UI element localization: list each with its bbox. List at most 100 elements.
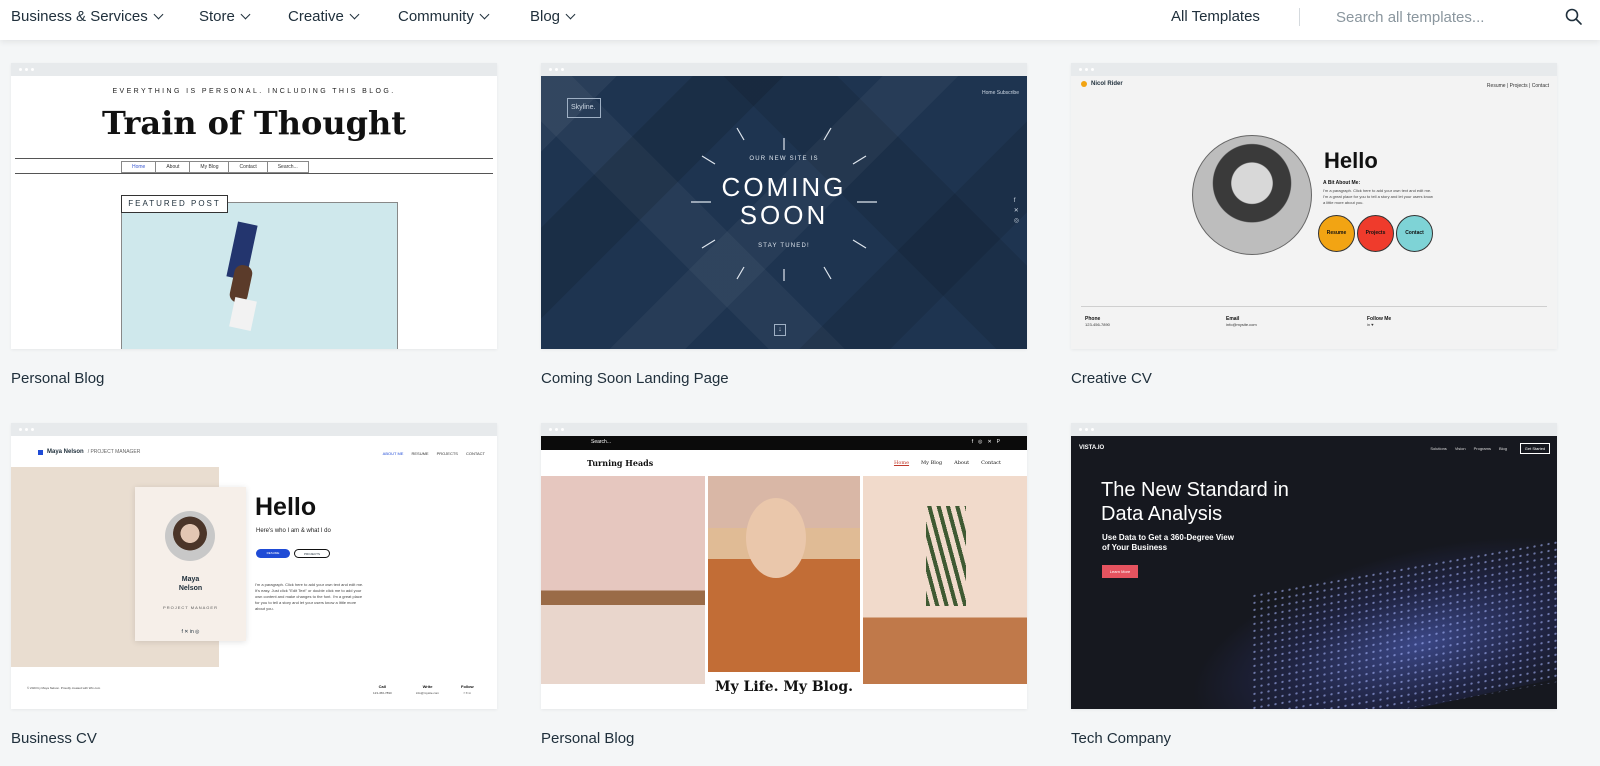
preview-kicker: OUR NEW SITE IS	[749, 156, 819, 162]
face-shape	[746, 498, 806, 578]
social-icons: f◎✕P	[971, 439, 1005, 445]
preview-brand-name: Maya Nelson	[47, 449, 84, 455]
nav-business-services[interactable]: Business & Services	[11, 0, 164, 33]
template-preview: Maya Nelson / PROJECT MANAGER ABOUT ME R…	[11, 436, 497, 709]
preview-projects-button: Projects	[1357, 215, 1394, 252]
preview-menu-item: My Blog	[190, 161, 230, 173]
preview-title: Train of Thought	[102, 104, 406, 142]
browser-chrome	[541, 423, 1027, 436]
nav-community[interactable]: Community	[398, 0, 490, 33]
template-preview: Skyline. Home Subscribe OUR NEW SITE IS …	[541, 76, 1027, 349]
headline-line: COMING	[721, 172, 847, 202]
template-caption[interactable]: Personal Blog	[541, 730, 1027, 747]
preview-footer-call: Call 123-456-7890	[373, 684, 392, 695]
browser-chrome	[1071, 63, 1557, 76]
preview-projects-button: PROJECTS	[294, 549, 330, 558]
template-caption[interactable]: Personal Blog	[11, 370, 497, 387]
template-card[interactable]: Skyline. Home Subscribe OUR NEW SITE IS …	[541, 63, 1027, 387]
search-icon[interactable]	[1564, 7, 1584, 27]
desk-image	[541, 476, 705, 684]
template-thumbnail[interactable]: Skyline. Home Subscribe OUR NEW SITE IS …	[541, 63, 1027, 349]
browser-chrome	[11, 423, 497, 436]
top-nav: Business & Services Store Creative Commu…	[0, 0, 1600, 40]
preview-footer-phone: Phone 123-456-7890	[1085, 316, 1110, 327]
preview-footer-text: STAY TUNED!	[758, 243, 810, 249]
preview-brand-role: / PROJECT MANAGER	[87, 449, 141, 455]
preview-tagline: My Life. My Blog.	[708, 672, 860, 702]
preview-logo: Skyline.	[567, 98, 601, 118]
template-card[interactable]: Maya Nelson / PROJECT MANAGER ABOUT ME R…	[11, 423, 497, 747]
nav-label: Blog	[530, 8, 561, 25]
template-card[interactable]: Search... f◎✕P Turning Heads Home My Blo…	[541, 423, 1027, 747]
template-caption[interactable]: Coming Soon Landing Page	[541, 370, 1027, 387]
nav-store[interactable]: Store	[199, 0, 251, 33]
template-thumbnail[interactable]: EVERYTHING IS PERSONAL. INCLUDING THIS B…	[11, 63, 497, 349]
template-preview: EVERYTHING IS PERSONAL. INCLUDING THIS B…	[11, 76, 497, 349]
preview-nav: Home My Blog About Contact	[893, 460, 1001, 466]
template-caption[interactable]: Business CV	[11, 730, 497, 747]
preview-learn-more-button: Learn More	[1102, 565, 1138, 578]
preview-subtitle: Here's who I am & what I do	[256, 528, 331, 534]
preview-headline: COMING SOON	[541, 173, 1027, 229]
preview-nav: Resume | Projects | Contact	[1486, 83, 1549, 89]
preview-profile-card: Maya Nelson PROJECT MANAGER f ✕ in ◎	[135, 487, 246, 641]
preview-about-text: I'm a paragraph. Click here to add your …	[1323, 188, 1433, 205]
preview-nav: Home Subscribe	[982, 90, 1019, 96]
search-input[interactable]	[1336, 4, 1526, 30]
nav-divider	[1299, 8, 1300, 26]
preview-divider	[1081, 306, 1547, 307]
avatar	[165, 511, 215, 561]
sleeve-image	[229, 297, 257, 331]
browser-chrome	[541, 63, 1027, 76]
brand-dot-icon	[1081, 81, 1087, 87]
preview-brand: Nicol Rider	[1081, 81, 1123, 87]
preview-menu-item: Home	[121, 161, 157, 173]
preview-contact-button: Contact	[1396, 215, 1433, 252]
template-preview: Nicol Rider Resume | Projects | Contact …	[1071, 76, 1557, 349]
preview-image	[121, 202, 398, 349]
template-card[interactable]: EVERYTHING IS PERSONAL. INCLUDING THIS B…	[11, 63, 497, 387]
nav-blog[interactable]: Blog	[530, 0, 576, 33]
browser-chrome	[11, 63, 497, 76]
preview-menu-item: Contact	[229, 161, 268, 173]
preview-footer-follow: Follow f ✕ in	[461, 684, 474, 695]
preview-nav: Solutions Vision Programs Blog	[1430, 446, 1507, 451]
preview-card-role: PROJECT MANAGER	[163, 605, 218, 610]
template-thumbnail[interactable]: Nicol Rider Resume | Projects | Contact …	[1071, 63, 1557, 349]
preview-copyright: © 2023 by Maya Nelson. Proudly created w…	[27, 686, 101, 690]
template-card[interactable]: Nicol Rider Resume | Projects | Contact …	[1071, 63, 1557, 387]
social-icons: f ✕ ◎	[1013, 198, 1019, 224]
portrait-image	[1192, 135, 1312, 255]
chevron-down-icon	[240, 9, 251, 20]
preview-hello: Hello	[1324, 148, 1378, 173]
nav-creative[interactable]: Creative	[288, 0, 360, 33]
template-caption[interactable]: Tech Company	[1071, 730, 1557, 747]
headline-line: SOON	[739, 200, 829, 230]
preview-footer-email: Email info@mysite.com	[1226, 316, 1257, 327]
brand-square-icon	[38, 449, 43, 455]
preview-menu: Home About My Blog Contact Search...	[15, 158, 493, 174]
chevron-down-icon	[349, 9, 360, 20]
plant-leaves	[926, 506, 966, 606]
template-caption[interactable]: Creative CV	[1071, 370, 1557, 387]
nav-label: Community	[398, 8, 474, 25]
preview-logo: Turning Heads	[587, 458, 654, 468]
template-thumbnail[interactable]: VISTA.IO Solutions Vision Programs Blog …	[1071, 423, 1557, 709]
preview-subhead: Use Data to Get a 360-Degree View of You…	[1102, 533, 1234, 552]
preview-headline: The New Standard in Data Analysis	[1101, 479, 1289, 525]
preview-footer-follow: Follow Me in ♥	[1367, 316, 1392, 327]
preview-about-title: A Bit About Me:	[1323, 180, 1361, 186]
chevron-down-icon	[565, 9, 576, 20]
template-preview: VISTA.IO Solutions Vision Programs Blog …	[1071, 436, 1557, 709]
preview-brand: Maya Nelson / PROJECT MANAGER	[38, 449, 140, 455]
template-thumbnail[interactable]: Search... f◎✕P Turning Heads Home My Blo…	[541, 423, 1027, 709]
preview-brand-name: Nicol Rider	[1091, 81, 1123, 87]
preview-logo: VISTA.IO	[1079, 445, 1105, 451]
preview-menu-item: Search...	[267, 161, 309, 173]
all-templates-link[interactable]: All Templates	[1171, 0, 1260, 33]
preview-paragraph: I'm a paragraph. Click here to add your …	[255, 582, 364, 611]
template-thumbnail[interactable]: Maya Nelson / PROJECT MANAGER ABOUT ME R…	[11, 423, 497, 709]
chevron-down-icon	[479, 9, 490, 20]
template-card[interactable]: VISTA.IO Solutions Vision Programs Blog …	[1071, 423, 1557, 747]
preview-search: Search...	[591, 439, 612, 445]
